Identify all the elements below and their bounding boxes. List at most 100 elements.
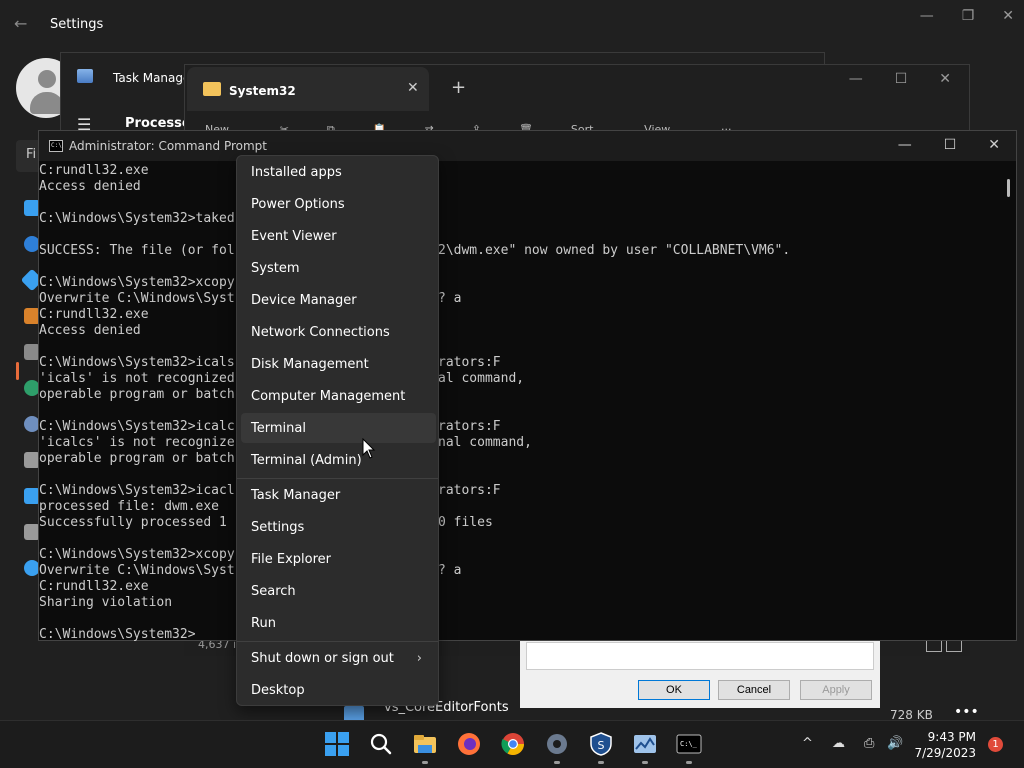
maximize-button[interactable]: ☐ xyxy=(944,137,957,153)
menu-item-system[interactable]: System xyxy=(241,253,436,283)
command-prompt-icon[interactable]: C:\_ xyxy=(676,731,702,757)
cmd-output-line: 2\dwm.exe" now owned by user "COLLABNET\… xyxy=(438,243,791,258)
cmd-output-line: operable program or batch xyxy=(39,451,235,466)
cmd-output-line: 'icalcs' is not recognize xyxy=(39,435,235,450)
minimize-button[interactable]: — xyxy=(898,137,912,153)
restore-button[interactable]: ❐ xyxy=(962,8,975,24)
cmd-output-line: C:rundll32.exe xyxy=(39,579,149,594)
menu-item-terminal[interactable]: Terminal xyxy=(241,413,436,443)
explorer-window-controls: — ☐ ✕ xyxy=(849,71,951,87)
cmd-output-line: rators:F xyxy=(438,419,501,434)
cmd-output-line: ? a xyxy=(438,291,462,306)
cmd-output-line: 'icals' is not recognized xyxy=(39,371,235,386)
mouse-cursor-icon xyxy=(362,438,376,459)
folder-icon xyxy=(203,82,221,96)
running-indicator xyxy=(554,761,560,764)
more-icon[interactable]: ••• xyxy=(954,704,979,720)
explorer-tab-title: System32 xyxy=(229,84,296,98)
settings-window-controls: — ❐ ✕ xyxy=(920,8,1014,24)
active-nav-indicator xyxy=(16,362,19,380)
menu-item-desktop[interactable]: Desktop xyxy=(241,675,436,705)
menu-item-event-viewer[interactable]: Event Viewer xyxy=(241,221,436,251)
menu-item-computer-management[interactable]: Computer Management xyxy=(241,381,436,411)
cmd-output-line: Successfully processed 1 xyxy=(39,515,227,530)
chevron-right-icon: › xyxy=(416,651,422,666)
menu-item-terminal-admin[interactable]: Terminal (Admin) xyxy=(241,445,436,475)
avatar-body-shape xyxy=(30,92,64,114)
menu-item-power-options[interactable]: Power Options xyxy=(241,189,436,219)
svg-text:C:\_: C:\_ xyxy=(680,740,698,748)
file-explorer-icon[interactable] xyxy=(412,731,438,757)
menu-item-run[interactable]: Run xyxy=(241,608,436,638)
menu-item-network-connections[interactable]: Network Connections xyxy=(241,317,436,347)
menu-item-search[interactable]: Search xyxy=(241,576,436,606)
cmd-output-line: C:\Windows\System32>icacl xyxy=(39,483,235,498)
running-indicator xyxy=(686,761,692,764)
svg-text:S: S xyxy=(598,739,605,752)
task-manager-icon[interactable] xyxy=(632,731,658,757)
cmd-output-line: rators:F xyxy=(438,483,501,498)
scrollbar-thumb[interactable] xyxy=(1007,179,1010,197)
cmd-output-line: Access denied xyxy=(39,179,141,194)
running-indicator xyxy=(598,761,604,764)
winx-context-menu: Installed apps Power Options Event Viewe… xyxy=(236,155,439,706)
maximize-button[interactable]: ☐ xyxy=(895,71,908,87)
menu-separator xyxy=(237,641,438,642)
file-list-row[interactable]: vs_CoreEditorFonts 728 KB ••• xyxy=(340,700,1000,722)
running-indicator xyxy=(642,761,648,764)
cmd-output-line: operable program or batch xyxy=(39,387,235,402)
command-prompt-icon: C:\ xyxy=(49,140,63,152)
cmd-output-line: C:\Windows\System32>xcopy xyxy=(39,547,235,562)
menu-item-settings[interactable]: Settings xyxy=(241,512,436,542)
cmd-output[interactable]: C:rundll32.exe Access denied C:\Windows\Sy… xyxy=(39,163,999,641)
network-icon[interactable]: ⎙ xyxy=(864,736,874,751)
firefox-icon[interactable] xyxy=(456,731,482,757)
new-tab-button[interactable]: + xyxy=(451,77,466,98)
menu-item-task-manager[interactable]: Task Manager xyxy=(241,480,436,510)
avatar-head-shape xyxy=(38,70,56,88)
cmd-output-line: C:\Windows\System32>icalc xyxy=(39,419,235,434)
settings-title: Settings xyxy=(50,17,104,32)
cmd-output-line: rators:F xyxy=(438,355,501,370)
cmd-output-line: C:rundll32.exe xyxy=(39,307,149,322)
cmd-output-line: Overwrite C:\Windows\Syst xyxy=(39,291,235,306)
minimize-button[interactable]: — xyxy=(920,8,934,24)
cmd-titlebar[interactable]: C:\ Administrator: Command Prompt — ☐ ✕ xyxy=(39,131,1016,161)
close-button[interactable]: ✕ xyxy=(939,71,951,87)
taskbar: S C:\_ ^ ☁ ⎙ 🔊 9:43 PM 7/29/2023 1 xyxy=(0,720,1024,768)
clock-time[interactable]: 9:43 PM xyxy=(928,730,976,744)
notification-badge[interactable]: 1 xyxy=(988,737,1003,752)
menu-item-installed-apps[interactable]: Installed apps xyxy=(241,157,436,187)
clock-date[interactable]: 7/29/2023 xyxy=(914,746,976,760)
running-indicator xyxy=(422,761,428,764)
apply-button[interactable]: Apply xyxy=(800,680,872,700)
settings-icon[interactable] xyxy=(544,731,570,757)
menu-item-file-explorer[interactable]: File Explorer xyxy=(241,544,436,574)
explorer-tab[interactable]: System32 ✕ xyxy=(187,67,429,111)
minimize-button[interactable]: — xyxy=(849,71,863,87)
chrome-icon[interactable] xyxy=(500,731,526,757)
back-arrow-icon[interactable]: ← xyxy=(14,14,27,33)
onedrive-icon[interactable]: ☁ xyxy=(832,736,845,751)
chevron-up-icon[interactable]: ^ xyxy=(802,736,813,751)
menu-item-shut-down[interactable]: Shut down or sign out › xyxy=(241,643,436,673)
cancel-button[interactable]: Cancel xyxy=(718,680,790,700)
search-icon[interactable] xyxy=(368,731,394,757)
menu-item-disk-management[interactable]: Disk Management xyxy=(241,349,436,379)
cmd-title: Administrator: Command Prompt xyxy=(69,139,267,153)
menu-separator xyxy=(237,478,438,479)
ok-button[interactable]: OK xyxy=(638,680,710,700)
menu-item-device-manager[interactable]: Device Manager xyxy=(241,285,436,315)
task-manager-title: Task Manager xyxy=(113,71,196,85)
security-icon[interactable]: S xyxy=(588,731,614,757)
cmd-output-line: ? a xyxy=(438,563,462,578)
volume-icon[interactable]: 🔊 xyxy=(887,736,903,751)
cmd-output-line: C:\Windows\System32> xyxy=(39,627,196,641)
properties-field[interactable] xyxy=(526,642,874,670)
close-button[interactable]: ✕ xyxy=(1002,8,1014,24)
close-tab-button[interactable]: ✕ xyxy=(407,80,419,96)
close-button[interactable]: ✕ xyxy=(988,137,1000,153)
command-prompt-window: C:\ Administrator: Command Prompt — ☐ ✕ … xyxy=(38,130,1017,641)
start-icon[interactable] xyxy=(324,731,350,757)
cmd-output-line: al command, xyxy=(438,371,525,386)
